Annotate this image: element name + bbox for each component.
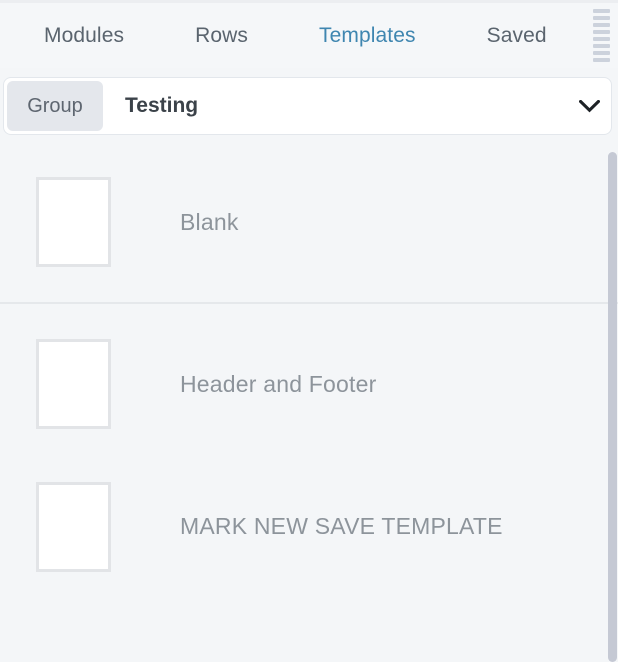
list-item[interactable]: Blank [0,142,618,302]
group-button-label: Group [27,94,83,117]
tab-templates-label: Templates [319,23,416,47]
list-item[interactable]: MARK NEW SAVE TEMPLATE [0,464,618,589]
template-name: MARK NEW SAVE TEMPLATE [180,513,503,539]
grip-bar [592,30,610,34]
tab-saved-label: Saved [486,23,547,47]
grip-bar [592,44,610,48]
tab-bar: Modules Rows Templates Saved [0,3,618,68]
template-list: Blank Header and Footer MARK NEW SAVE TE… [0,142,618,662]
group-selector: Group Testing [4,78,611,134]
tab-templates[interactable]: Templates [319,18,416,54]
group-button[interactable]: Group [7,81,103,131]
tab-saved[interactable]: Saved [487,18,547,54]
tab-list: Modules Rows Templates Saved [0,18,588,54]
grip-handle-icon[interactable] [588,9,614,62]
vertical-scrollbar[interactable] [607,148,618,662]
grip-bar [592,51,610,55]
template-thumbnail [36,339,111,429]
grip-bar [592,37,610,41]
chevron-down-icon[interactable] [567,99,611,113]
template-list-section: Header and Footer MARK NEW SAVE TEMPLATE [0,302,618,589]
vertical-scrollbar-thumb[interactable] [608,152,617,662]
tab-rows-label: Rows [195,23,248,47]
template-name: Header and Footer [180,370,377,397]
grip-bar [592,9,610,13]
tab-modules-label: Modules [44,23,125,47]
template-list-section: Blank [0,142,618,302]
template-library-panel: Modules Rows Templates Saved Group Testi… [0,0,618,662]
group-selector-row: Group Testing [4,78,611,134]
template-name: Blank [180,208,239,235]
template-thumbnail [36,177,111,267]
grip-bar [592,58,610,62]
tab-modules[interactable]: Modules [44,18,124,54]
tab-rows[interactable]: Rows [195,18,248,54]
list-item[interactable]: Header and Footer [0,304,618,464]
grip-bar [592,23,610,27]
grip-bar [592,16,610,20]
template-thumbnail [36,481,111,572]
group-select-value[interactable]: Testing [103,94,567,118]
